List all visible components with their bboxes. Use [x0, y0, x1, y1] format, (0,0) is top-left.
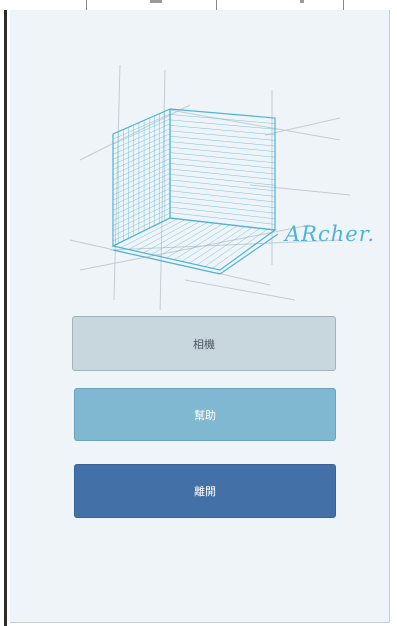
grid-line — [112, 138, 171, 165]
grid-line — [169, 146, 276, 158]
camera-button-label: 相機 — [193, 337, 215, 351]
camera-button[interactable]: 相機 — [72, 316, 336, 371]
top-bezel — [0, 0, 397, 10]
bezel-tick — [343, 0, 344, 10]
grid-line — [169, 179, 276, 192]
app-screen: ARcher. 相機 幫助 離開 — [10, 10, 390, 623]
grid-line — [169, 206, 276, 220]
grid-line — [169, 157, 276, 169]
grid-line — [169, 185, 276, 197]
grid-line — [169, 195, 276, 208]
grid-line — [112, 188, 171, 216]
grid-line — [112, 153, 171, 181]
grid-line — [169, 174, 276, 186]
grid-line — [112, 113, 171, 140]
grid-line — [112, 193, 171, 221]
exit-button[interactable]: 離開 — [74, 464, 336, 518]
grid-line — [169, 130, 276, 141]
bezel-mark — [300, 0, 304, 3]
grid-line — [169, 168, 276, 180]
grid-line — [169, 125, 276, 136]
cube-sketch-logo — [69, 64, 351, 310]
grid-line — [112, 178, 171, 206]
help-button[interactable]: 幫助 — [74, 388, 336, 441]
grid-line — [112, 148, 171, 175]
grid-line — [169, 114, 276, 124]
left-bezel — [0, 10, 10, 626]
app-wordmark: ARcher. — [285, 222, 376, 246]
grid-line — [169, 201, 276, 214]
grid-line — [112, 128, 171, 155]
bezel-mark — [150, 0, 162, 3]
grid-line — [112, 163, 171, 191]
perspective-guides — [69, 64, 351, 310]
exit-button-label: 離開 — [194, 485, 216, 498]
grid-line — [169, 141, 276, 152]
grid-line — [112, 183, 171, 211]
grid-line — [169, 152, 276, 164]
grid-line — [112, 123, 171, 150]
help-button-label: 幫助 — [194, 408, 216, 422]
left-bezel-bar — [4, 10, 7, 626]
grid-line — [112, 173, 171, 201]
grid-line — [169, 163, 276, 175]
bezel-tick — [216, 0, 217, 10]
cube-grid-lines — [112, 111, 276, 269]
grid-line — [112, 158, 171, 186]
grid-line — [169, 119, 276, 130]
grid-line — [169, 212, 276, 225]
grid-line — [112, 118, 171, 145]
bezel-tick — [86, 0, 87, 10]
grid-line — [169, 190, 276, 203]
grid-line — [112, 133, 171, 160]
grid-line — [169, 136, 276, 147]
grid-line — [112, 168, 171, 196]
right-bezel — [390, 10, 397, 626]
grid-line — [112, 143, 171, 170]
